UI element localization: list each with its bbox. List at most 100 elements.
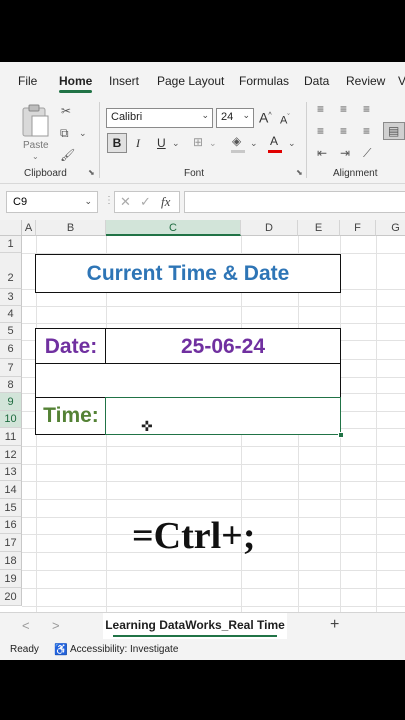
borders-icon[interactable]: ⊞	[193, 135, 203, 149]
column-header-d[interactable]: D	[241, 220, 298, 236]
font-name-select[interactable]: Calibri ⌄	[106, 108, 213, 128]
row-header-8[interactable]: 8	[0, 377, 22, 393]
row-header-16[interactable]: 16	[0, 517, 22, 534]
font-launcher-icon[interactable]: ⬊	[296, 168, 303, 177]
align-bottom-icon[interactable]: ≡	[363, 102, 370, 116]
row-header-4[interactable]: 4	[0, 306, 22, 323]
row-header-10[interactable]: 10	[0, 411, 22, 428]
cut-icon[interactable]: ✂	[61, 104, 71, 118]
accessibility-status[interactable]: Accessibility: Investigate	[70, 644, 178, 655]
add-sheet-button[interactable]: +	[330, 616, 339, 634]
date-value-cell[interactable]: 25-06-24	[105, 328, 341, 365]
tab-insert[interactable]: Insert	[109, 74, 139, 88]
align-top-icon[interactable]: ≡	[317, 102, 324, 116]
column-header-f[interactable]: F	[340, 220, 376, 236]
column-header-a[interactable]: A	[22, 220, 36, 236]
copy-icon[interactable]: ⧉	[60, 126, 69, 140]
align-middle-icon[interactable]: ≡	[340, 102, 347, 116]
sheet-tab-bar: < > Learning DataWorks_Real Time +	[0, 612, 405, 640]
gridline	[376, 236, 377, 612]
underline-dropdown-icon[interactable]: ⌄	[172, 136, 180, 150]
accessibility-icon[interactable]: ♿	[54, 643, 68, 656]
row-header-9[interactable]: 9	[0, 393, 22, 411]
bold-button[interactable]: B	[107, 133, 127, 153]
tab-data[interactable]: Data	[304, 74, 329, 88]
fill-handle[interactable]	[338, 432, 344, 438]
font-color-icon[interactable]: A	[270, 134, 278, 148]
gridline	[22, 306, 405, 307]
align-left-icon[interactable]: ≡	[317, 124, 324, 138]
clipboard-group-label: Clipboard	[24, 168, 67, 179]
tab-view[interactable]: V	[398, 74, 405, 88]
cancel-icon[interactable]: ✕	[120, 194, 131, 210]
row-header-1[interactable]: 1	[0, 236, 22, 253]
font-color-dropdown-icon[interactable]: ⌄	[288, 136, 296, 150]
grow-font-icon[interactable]: A^	[259, 109, 272, 125]
row-header-5[interactable]: 5	[0, 323, 22, 340]
prev-sheet-icon[interactable]: <	[22, 618, 30, 633]
clipboard-paste-icon	[22, 104, 49, 137]
align-right-icon[interactable]: ≡	[363, 124, 370, 138]
row-header-17[interactable]: 17	[0, 534, 22, 552]
gridline	[22, 499, 405, 500]
row-header-7[interactable]: 7	[0, 359, 22, 377]
copy-dropdown-icon[interactable]: ⌄	[79, 126, 87, 140]
font-size-select[interactable]: 24 ⌄	[216, 108, 254, 128]
group-separator	[306, 102, 307, 178]
insert-function-icon[interactable]: fx	[161, 194, 170, 210]
time-label-cell[interactable]: Time:	[35, 397, 107, 435]
tab-review[interactable]: Review	[346, 74, 385, 88]
empty-merged-row-7-8[interactable]	[35, 363, 341, 399]
row-header-18[interactable]: 18	[0, 552, 22, 570]
sheet-tab-active[interactable]: Learning DataWorks_Real Time	[103, 613, 287, 639]
column-header-c[interactable]: C	[106, 220, 241, 236]
gridline	[22, 588, 405, 589]
orientation-icon[interactable]: ⟋	[363, 146, 371, 160]
paste-dropdown-icon: ⌄	[32, 152, 39, 161]
chevron-down-icon: ⌄	[242, 110, 250, 120]
row-header-13[interactable]: 13	[0, 464, 22, 481]
formula-bar-grip-icon: ⋮	[104, 195, 114, 206]
decrease-indent-icon[interactable]: ⇤	[317, 146, 327, 160]
increase-indent-icon[interactable]: ⇥	[340, 146, 350, 160]
tab-file[interactable]: File	[18, 74, 37, 88]
formula-input[interactable]	[184, 191, 405, 213]
bold-letter: B	[112, 136, 122, 150]
paste-label: Paste	[23, 140, 49, 151]
fill-dropdown-icon[interactable]: ⌄	[250, 136, 258, 150]
row-header-2[interactable]: 2	[0, 253, 22, 289]
row-header-15[interactable]: 15	[0, 499, 22, 517]
italic-button[interactable]: I	[136, 136, 140, 150]
row-header-11[interactable]: 11	[0, 428, 22, 446]
format-painter-icon[interactable]: 🖌	[60, 148, 75, 162]
paste-button[interactable]: Paste ⌄	[18, 102, 54, 161]
row-header-19[interactable]: 19	[0, 570, 22, 588]
title-cell-b2[interactable]: Current Time & Date	[35, 254, 341, 293]
wrap-text-button[interactable]: ▤	[383, 122, 405, 140]
row-header-14[interactable]: 14	[0, 481, 22, 499]
row-header-12[interactable]: 12	[0, 446, 22, 464]
enter-icon[interactable]: ✓	[140, 194, 151, 210]
ribbon-tab-bar: File Home Insert Page Layout Formulas Da…	[0, 62, 405, 98]
shrink-font-icon[interactable]: Aˇ	[280, 111, 290, 128]
tab-page-layout[interactable]: Page Layout	[157, 74, 224, 88]
row-header-20[interactable]: 20	[0, 588, 22, 606]
column-header-b[interactable]: B	[36, 220, 106, 236]
tab-formulas[interactable]: Formulas	[239, 74, 289, 88]
row-header-6[interactable]: 6	[0, 340, 22, 359]
column-header-e[interactable]: E	[298, 220, 340, 236]
fill-color-icon[interactable]: ◈	[232, 134, 241, 148]
underline-button[interactable]: U	[157, 136, 166, 150]
formula-bar: C9 ⌄ ⋮ ✕ ✓ fx	[0, 184, 405, 220]
select-all-corner[interactable]	[0, 220, 22, 236]
next-sheet-icon[interactable]: >	[52, 618, 60, 633]
column-header-g[interactable]: G	[376, 220, 405, 236]
name-box[interactable]: C9 ⌄	[6, 191, 98, 213]
alignment-group-label: Alignment	[333, 168, 378, 179]
borders-dropdown-icon[interactable]: ⌄	[209, 136, 217, 150]
align-center-icon[interactable]: ≡	[340, 124, 347, 138]
clipboard-launcher-icon[interactable]: ⬊	[88, 168, 95, 177]
tab-home[interactable]: Home	[59, 74, 93, 93]
row-header-3[interactable]: 3	[0, 289, 22, 306]
date-label-cell[interactable]: Date:	[35, 328, 107, 365]
